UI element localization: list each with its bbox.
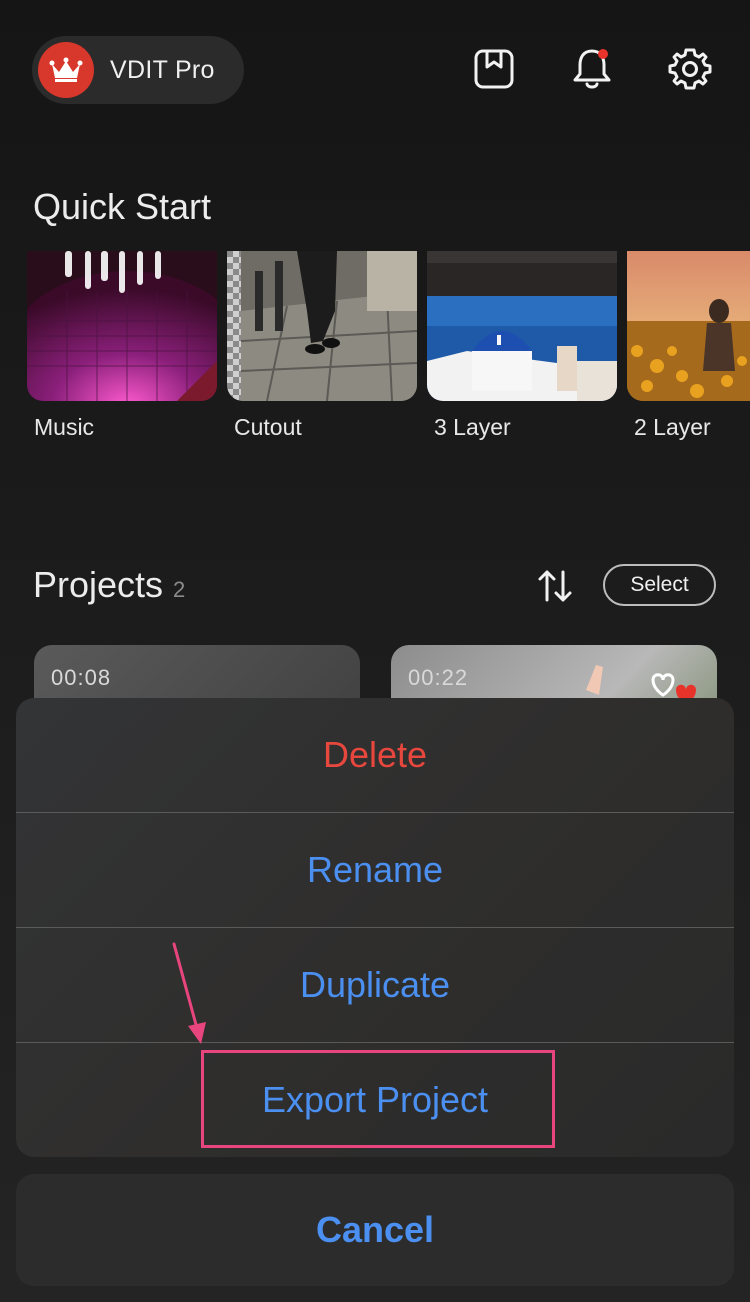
project-duration: 00:22 (408, 665, 469, 690)
quick-start-card-2-layer[interactable] (627, 251, 750, 401)
bell-icon[interactable] (569, 46, 615, 92)
app-screen: VDIT Pro Quick Start Music Cutout 3 Laye… (0, 0, 750, 1302)
quick-start-card-music[interactable] (27, 251, 217, 401)
pro-upgrade-button[interactable]: VDIT Pro (32, 36, 244, 104)
annotation-arrow-icon (172, 942, 206, 1044)
quick-start-card-3-layer[interactable] (427, 251, 617, 401)
sort-button[interactable] (535, 566, 575, 606)
quick-start-label-cutout: Cutout (234, 414, 302, 440)
quick-start-label-music: Music (34, 414, 95, 440)
projects-title: Projects 2 (33, 564, 185, 606)
bookmark-icon[interactable] (471, 46, 517, 92)
quick-start-card-cutout[interactable] (227, 251, 417, 401)
delete-option[interactable]: Delete (16, 698, 734, 812)
project-duration: 00:08 (51, 665, 112, 690)
projects-title-text: Projects (33, 564, 164, 605)
crown-icon (38, 42, 94, 98)
quick-start-label-3-layer: 3 Layer (434, 414, 511, 440)
sort-icon (538, 570, 572, 602)
highlight-box (201, 1050, 555, 1148)
projects-count: 2 (173, 577, 186, 602)
select-button[interactable]: Select (603, 564, 716, 606)
rename-option[interactable]: Rename (16, 813, 734, 927)
quick-start-label-2-layer: 2 Layer (634, 414, 711, 440)
quick-start-title: Quick Start (33, 186, 212, 227)
cancel-button[interactable]: Cancel (16, 1174, 734, 1286)
duplicate-option[interactable]: Duplicate (16, 928, 734, 1042)
pro-label: VDIT Pro (110, 55, 215, 84)
gear-icon[interactable] (667, 46, 713, 92)
